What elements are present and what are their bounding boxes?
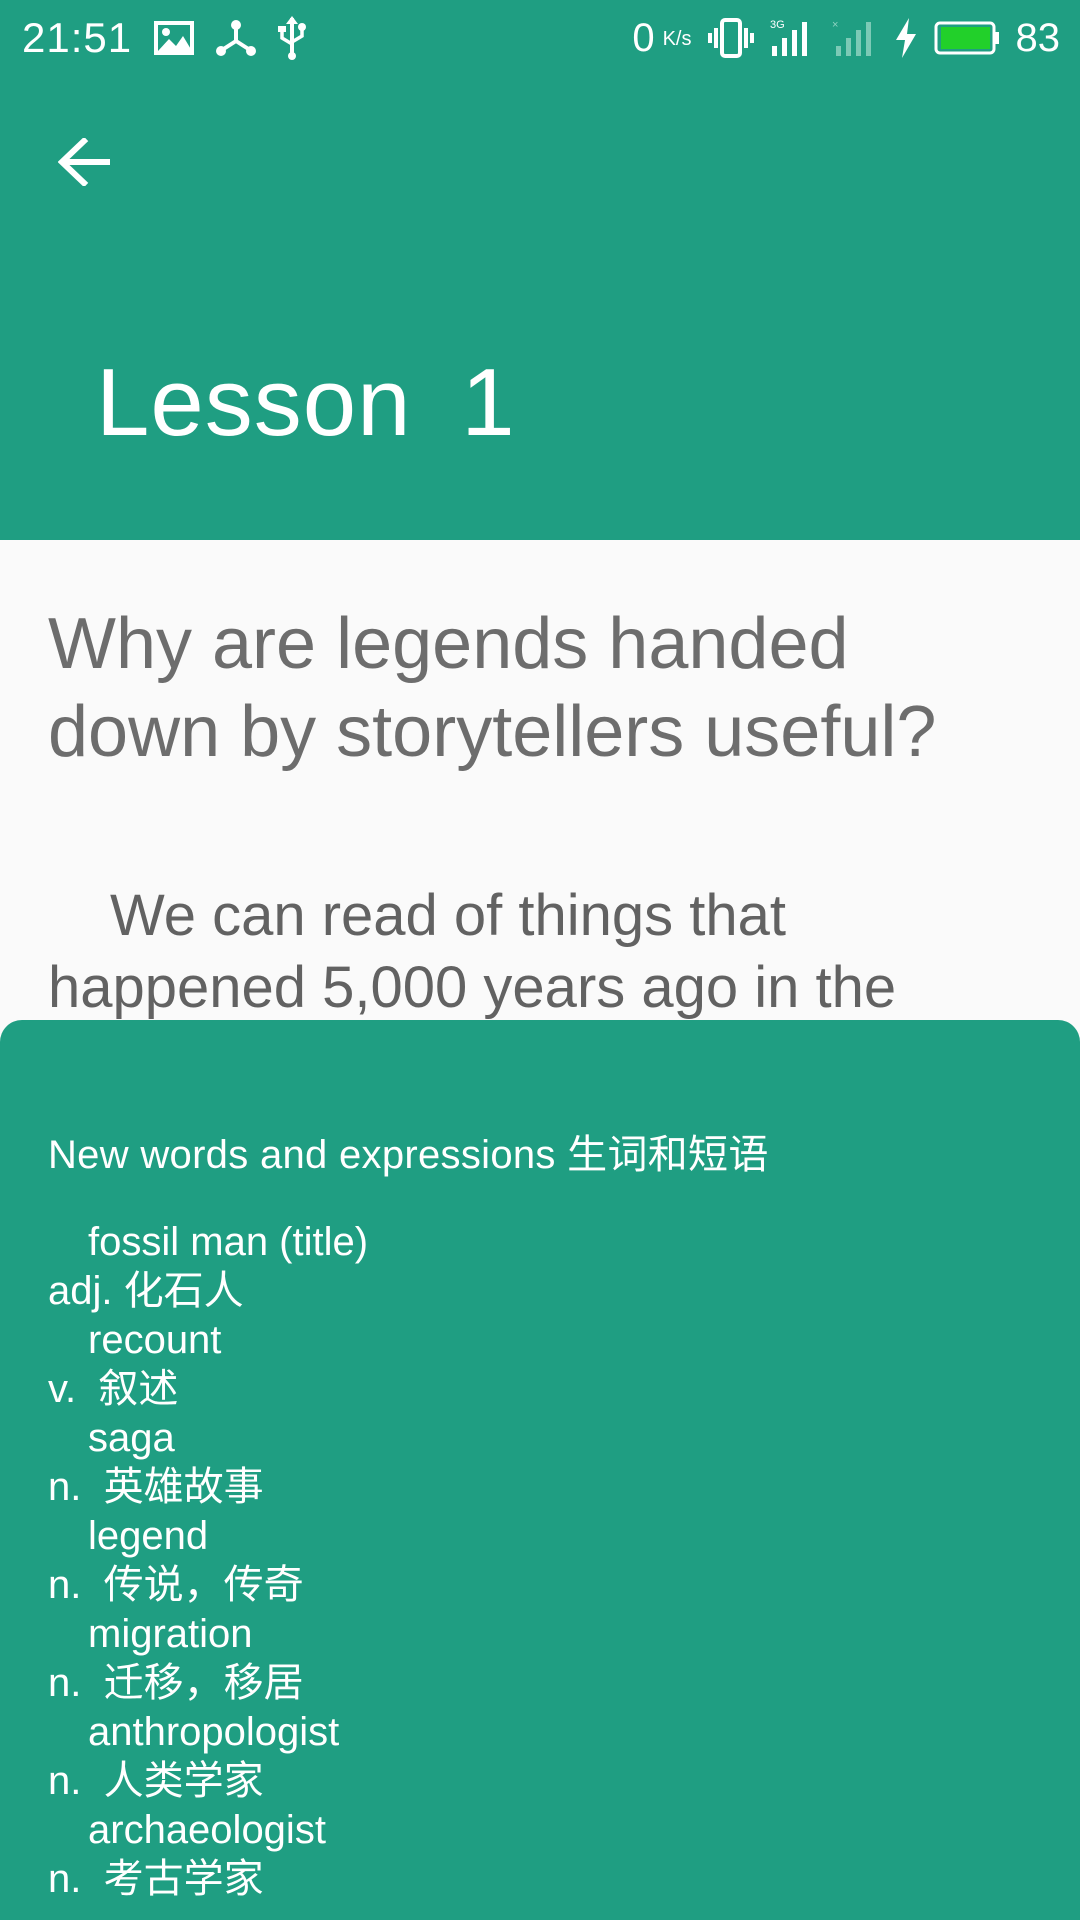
lesson-content[interactable]: Why are legends handed down by storytell… bbox=[0, 540, 1080, 1020]
vocabulary-sheet[interactable]: New words and expressions 生词和短语 fossil m… bbox=[0, 1020, 1080, 1920]
list-item[interactable]: legend n. 传说，传奇 bbox=[48, 1512, 1038, 1610]
status-time: 21:51 bbox=[22, 14, 133, 61]
word-definition: adj. 化石人 bbox=[48, 1269, 244, 1313]
word-term: anthropologist bbox=[88, 1710, 340, 1754]
vocabulary-list: fossil man (title) adj. 化石人 recount v. 叙… bbox=[48, 1218, 1038, 1904]
list-item[interactable]: migration n. 迁移，移居 bbox=[48, 1610, 1038, 1708]
list-item[interactable]: archaeologist n. 考古学家 bbox=[48, 1806, 1038, 1904]
battery-icon bbox=[934, 21, 1000, 55]
word-definition: n. 传说，传奇 bbox=[48, 1563, 304, 1607]
word-term: recount bbox=[88, 1318, 222, 1362]
vocabulary-title: New words and expressions 生词和短语 bbox=[48, 1133, 769, 1177]
status-bar: 21:51 0 K/s 3G × 83 bbox=[0, 0, 1080, 76]
word-definition: v. 叙述 bbox=[48, 1367, 179, 1411]
list-item[interactable]: saga n. 英雄故事 bbox=[48, 1414, 1038, 1512]
battery-level: 83 bbox=[1015, 15, 1061, 60]
word-term: legend bbox=[88, 1514, 209, 1558]
image-icon bbox=[154, 21, 195, 55]
net-speed-unit: K/s bbox=[662, 27, 692, 50]
page-title: Lesson 1 bbox=[96, 349, 516, 456]
list-item[interactable]: anthropologist n. 人类学家 bbox=[48, 1708, 1038, 1806]
usb-tether-icon bbox=[216, 19, 257, 57]
word-term: fossil man (title) bbox=[88, 1220, 369, 1264]
list-item[interactable]: recount v. 叙述 bbox=[48, 1316, 1038, 1414]
net-speed-value: 0 bbox=[632, 15, 655, 60]
arrow-left-icon bbox=[58, 138, 110, 186]
app-bar: 21:51 0 K/s 3G × 83 Lesson 1 bbox=[0, 0, 1080, 540]
lesson-question: Why are legends handed down by storytell… bbox=[48, 604, 937, 772]
word-definition: n. 迁移，移居 bbox=[48, 1661, 304, 1705]
word-definition: n. 人类学家 bbox=[48, 1759, 264, 1803]
word-term: archaeologist bbox=[88, 1808, 326, 1852]
usb-icon bbox=[278, 16, 307, 60]
signal-empty-icon: × bbox=[832, 18, 878, 58]
list-item[interactable]: fossil man (title) adj. 化石人 bbox=[48, 1218, 1038, 1316]
word-definition: n. 英雄故事 bbox=[48, 1465, 264, 1509]
back-button[interactable] bbox=[48, 126, 120, 198]
net-speed: 0 K/s bbox=[632, 16, 691, 61]
vibrate-icon bbox=[707, 18, 754, 58]
word-term: saga bbox=[88, 1416, 175, 1460]
word-definition: n. 考古学家 bbox=[48, 1857, 264, 1901]
word-term: migration bbox=[88, 1612, 253, 1656]
signal-3g-icon: 3G bbox=[770, 18, 816, 58]
lesson-paragraph: We can read of things that happened 5,00… bbox=[48, 883, 897, 1020]
svg-text:×: × bbox=[832, 19, 838, 31]
svg-text:3G: 3G bbox=[770, 19, 785, 31]
charging-icon bbox=[894, 18, 918, 58]
